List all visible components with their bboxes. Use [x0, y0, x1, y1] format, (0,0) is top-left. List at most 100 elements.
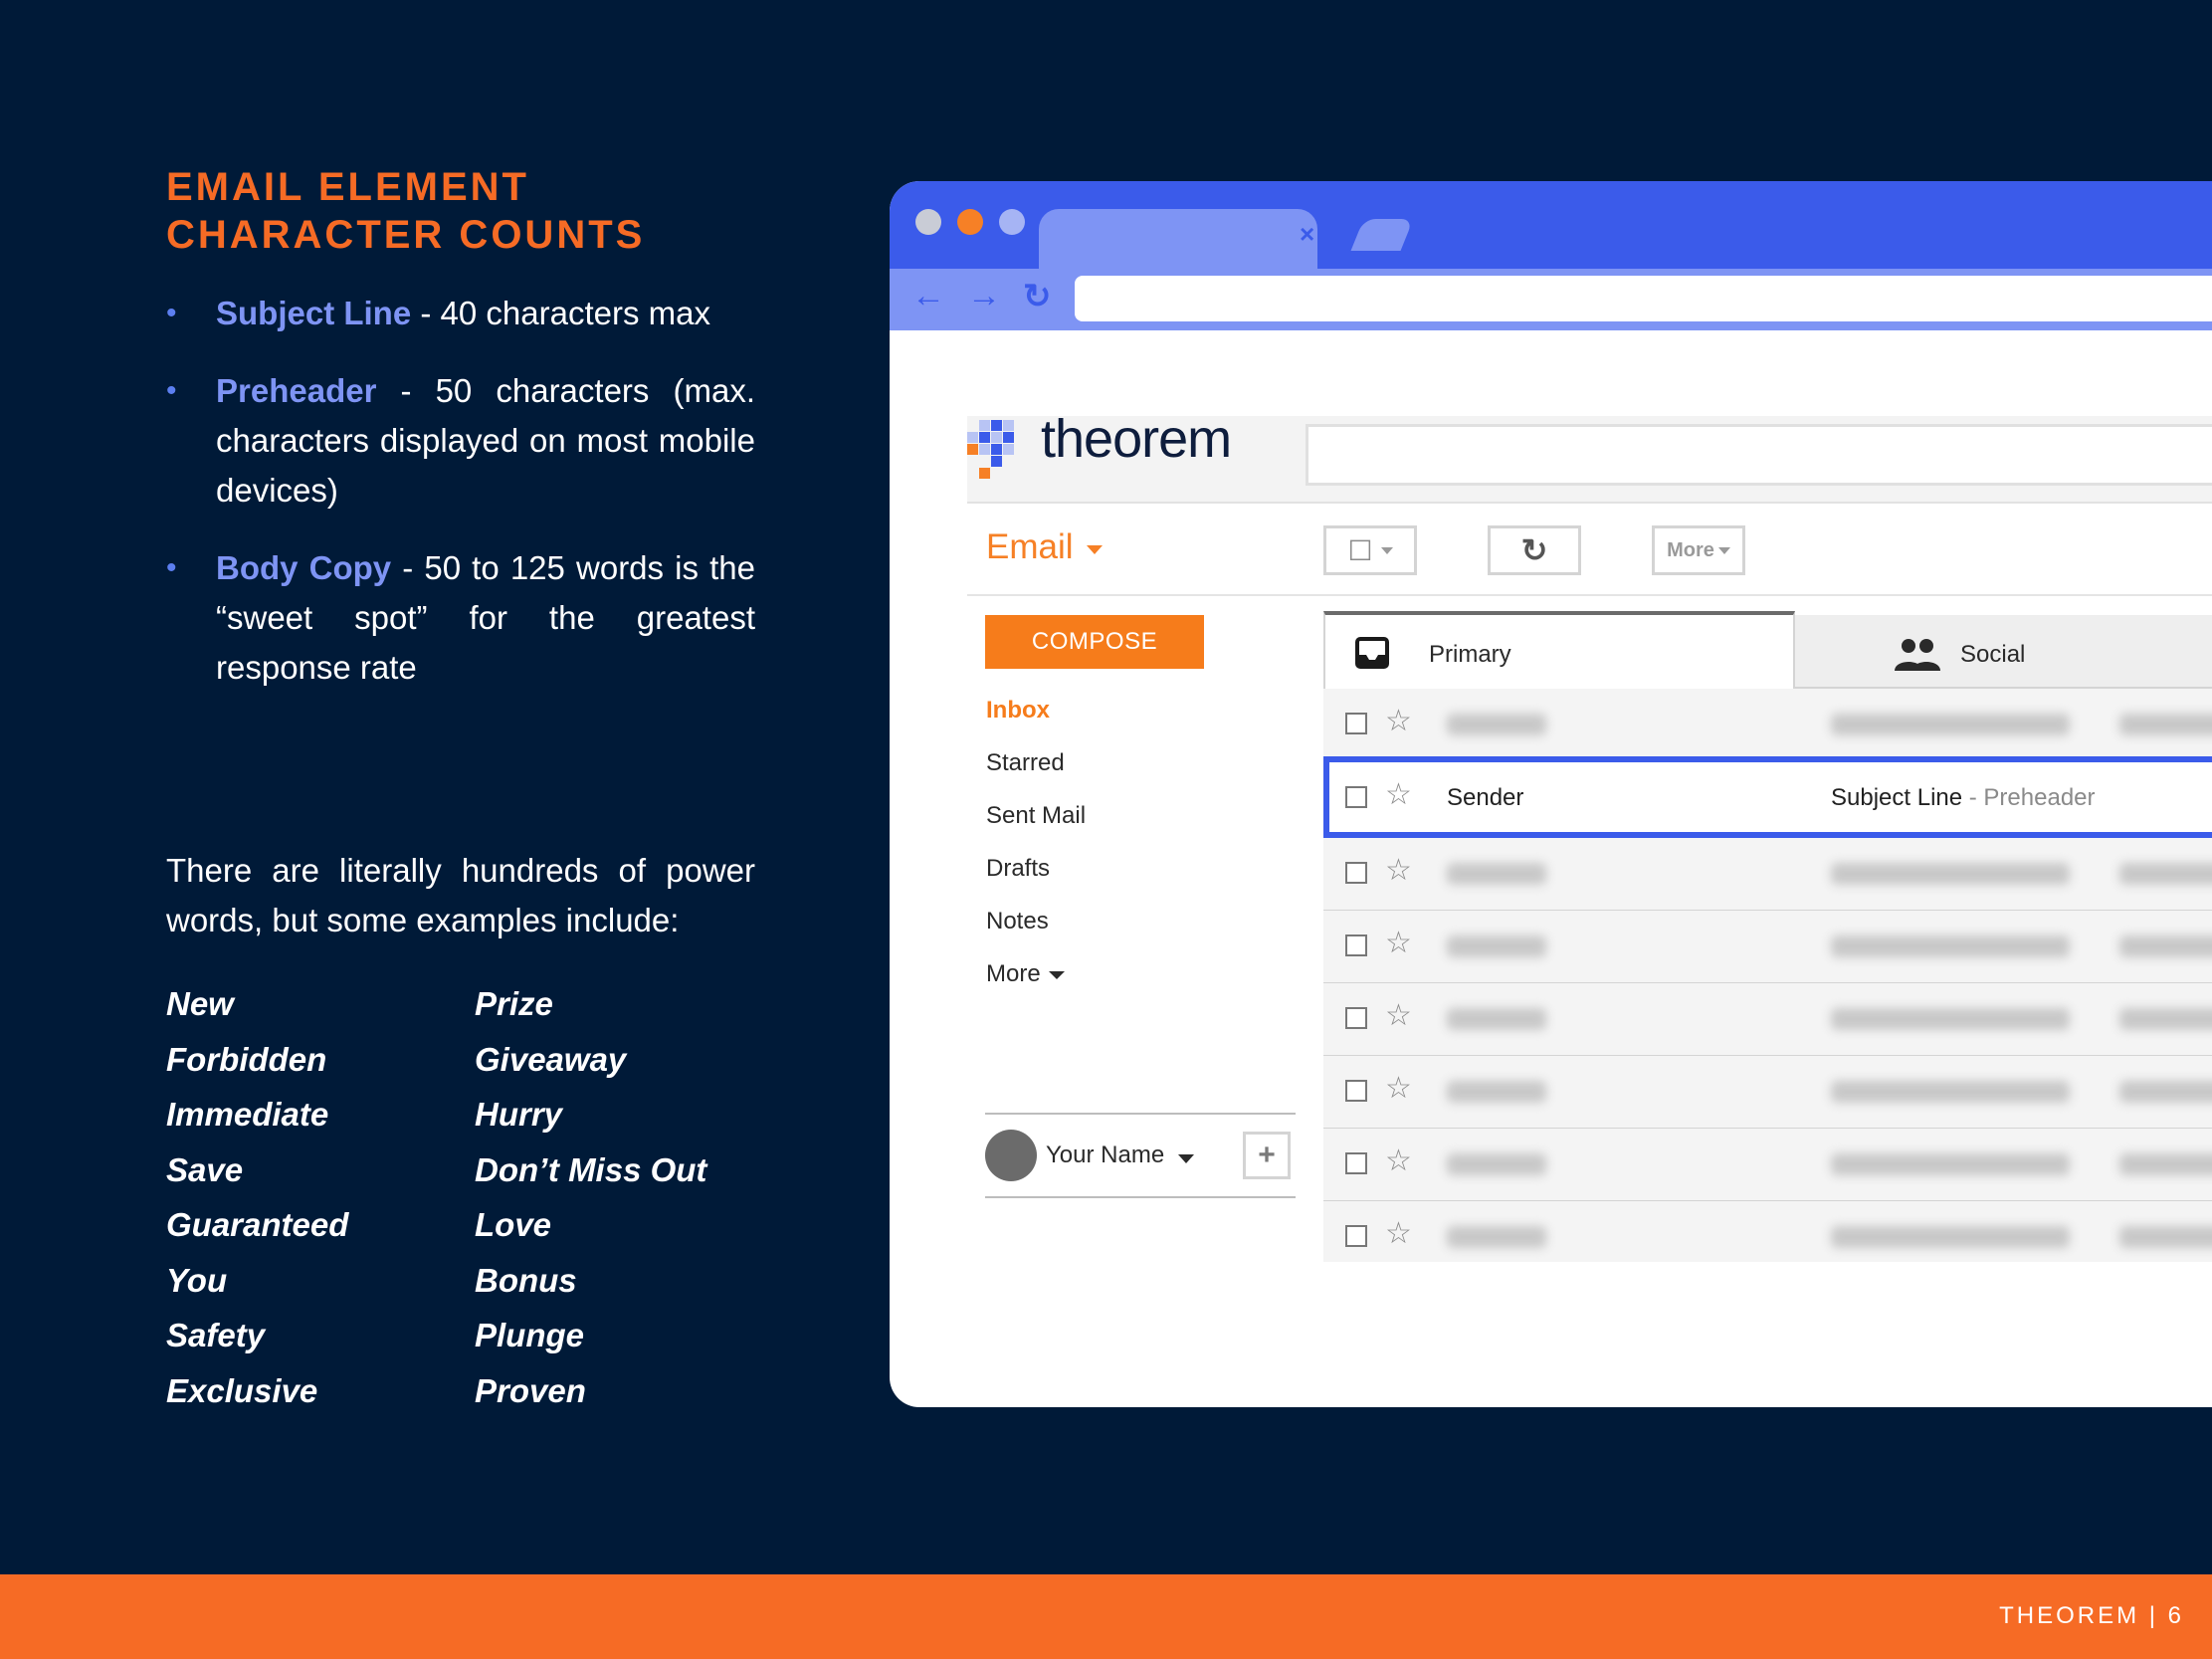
checkbox[interactable]	[1345, 713, 1367, 734]
sidebar-item-more[interactable]: More	[986, 960, 1065, 988]
back-arrow-icon[interactable]: ←	[911, 277, 945, 315]
checkbox[interactable]	[1345, 786, 1367, 808]
checkbox[interactable]	[1345, 1007, 1367, 1029]
mail-subject-line: Subject Line - Preheader	[1831, 784, 2096, 812]
mail-row[interactable]: ☆	[1323, 838, 2212, 912]
mail-sender: Sender	[1447, 784, 1524, 811]
tab-label: Primary	[1429, 641, 1511, 668]
star-icon[interactable]: ☆	[1385, 1001, 1412, 1031]
divider	[967, 594, 2212, 596]
redacted-preheader	[2119, 1008, 2212, 1030]
mail-row[interactable]: ☆	[1323, 911, 2212, 984]
mail-row[interactable]: ☆	[1323, 1056, 2212, 1130]
sidebar-item-inbox[interactable]: Inbox	[986, 697, 1050, 725]
add-button[interactable]: +	[1243, 1132, 1291, 1179]
mail-list: ☆ ☆ Sender Subject Line - Preheader ☆ ☆ …	[1323, 689, 2212, 1262]
bullet-text: - 40 characters max	[411, 295, 710, 331]
bullet-dot: •	[166, 297, 177, 329]
sidebar-item-starred[interactable]: Starred	[986, 749, 1065, 777]
redacted-sender	[1447, 935, 1546, 957]
account-name[interactable]: Your Name	[1046, 1141, 1164, 1169]
redacted-sender	[1447, 863, 1546, 885]
checkbox[interactable]	[1345, 1225, 1367, 1247]
power-word: Plunge	[475, 1317, 585, 1353]
redacted-subject	[1831, 1226, 2070, 1248]
reload-icon[interactable]: ↻	[1023, 277, 1052, 316]
more-actions-button[interactable]: More	[1652, 525, 1745, 575]
redacted-subject	[1831, 1081, 2070, 1103]
mail-preheader: - Preheader	[1962, 784, 2096, 811]
window-zoom-dot[interactable]	[999, 209, 1025, 235]
chevron-down-icon[interactable]	[1087, 545, 1103, 554]
sidebar-item-sent-mail[interactable]: Sent Mail	[986, 802, 1086, 830]
mail-subject: Subject Line	[1831, 784, 1963, 811]
power-word: Exclusive	[166, 1372, 318, 1409]
mail-row-highlighted[interactable]: ☆ Sender Subject Line - Preheader	[1323, 756, 2212, 838]
star-icon[interactable]: ☆	[1385, 1219, 1412, 1249]
redacted-subject	[1831, 1153, 2070, 1175]
star-icon[interactable]: ☆	[1385, 780, 1412, 810]
sidebar-item-drafts[interactable]: Drafts	[986, 855, 1050, 883]
mail-row[interactable]: ☆	[1323, 689, 2212, 762]
forward-arrow-icon[interactable]: →	[967, 277, 1001, 315]
slide-title: EMAIL ELEMENT CHARACTER COUNTS	[166, 163, 645, 259]
power-word: Immediate	[166, 1096, 329, 1133]
power-word: Giveaway	[475, 1041, 627, 1078]
power-word: Guaranteed	[166, 1206, 349, 1243]
checkbox[interactable]	[1345, 862, 1367, 884]
star-icon[interactable]: ☆	[1385, 1146, 1412, 1176]
title-line-1: EMAIL ELEMENT	[166, 165, 529, 209]
close-icon[interactable]: ×	[1300, 219, 1314, 250]
mail-row[interactable]: ☆	[1323, 983, 2212, 1057]
redacted-preheader	[2119, 863, 2212, 885]
power-word: New	[166, 985, 234, 1022]
mail-row[interactable]: ☆	[1323, 1201, 2212, 1262]
chevron-down-icon[interactable]	[1178, 1154, 1194, 1163]
mail-app-switcher[interactable]: Email	[986, 527, 1074, 567]
browser-window: × ← → ↻ theorem Email ☐ ↻ More COMPOSE I…	[890, 181, 2212, 1407]
slide: EMAIL ELEMENT CHARACTER COUNTS • Subject…	[0, 0, 2212, 1659]
title-line-2: CHARACTER COUNTS	[166, 213, 646, 257]
refresh-button[interactable]: ↻	[1488, 525, 1581, 575]
redacted-subject	[1831, 714, 2070, 735]
redacted-subject	[1831, 935, 2070, 957]
tab-primary[interactable]: Primary	[1323, 611, 1795, 689]
checkbox-icon: ☐	[1347, 534, 1373, 566]
star-icon[interactable]: ☆	[1385, 707, 1412, 736]
bullet-term: Preheader	[216, 372, 377, 409]
bullet-subject-line: • Subject Line - 40 characters max	[166, 289, 755, 338]
power-word: Love	[475, 1206, 552, 1243]
compose-button[interactable]: COMPOSE	[985, 615, 1204, 669]
star-icon[interactable]: ☆	[1385, 856, 1412, 886]
checkbox[interactable]	[1345, 1080, 1367, 1102]
redacted-preheader	[2119, 714, 2212, 735]
browser-tab[interactable]	[1039, 209, 1317, 269]
star-icon[interactable]: ☆	[1385, 1074, 1412, 1104]
star-icon[interactable]: ☆	[1385, 929, 1412, 958]
select-all-dropdown[interactable]: ☐	[1323, 525, 1417, 575]
divider	[985, 1196, 1296, 1198]
theorem-logo-icon	[967, 420, 1027, 486]
checkbox[interactable]	[1345, 1152, 1367, 1174]
redacted-preheader	[2119, 935, 2212, 957]
window-close-dot[interactable]	[915, 209, 941, 235]
bullet-dot: •	[166, 551, 177, 584]
more-label: More	[1667, 538, 1714, 561]
divider	[985, 1113, 1296, 1115]
inbox-icon	[1355, 637, 1389, 669]
url-input[interactable]	[1075, 276, 2212, 321]
mail-row[interactable]: ☆	[1323, 1129, 2212, 1202]
tab-social[interactable]: Social	[1960, 641, 2025, 669]
power-word: Prize	[475, 985, 553, 1022]
window-minimize-dot[interactable]	[957, 209, 983, 235]
mail-search-input[interactable]	[1306, 424, 2212, 486]
power-words-intro: There are literally hundreds of power wo…	[166, 852, 755, 938]
refresh-icon: ↻	[1520, 532, 1548, 568]
power-word: Bonus	[475, 1262, 577, 1299]
divider	[967, 502, 2212, 504]
checkbox[interactable]	[1345, 934, 1367, 956]
redacted-sender	[1447, 1226, 1546, 1248]
avatar[interactable]	[985, 1130, 1037, 1181]
sidebar-item-notes[interactable]: Notes	[986, 908, 1049, 935]
bullet-term: Subject Line	[216, 295, 412, 331]
